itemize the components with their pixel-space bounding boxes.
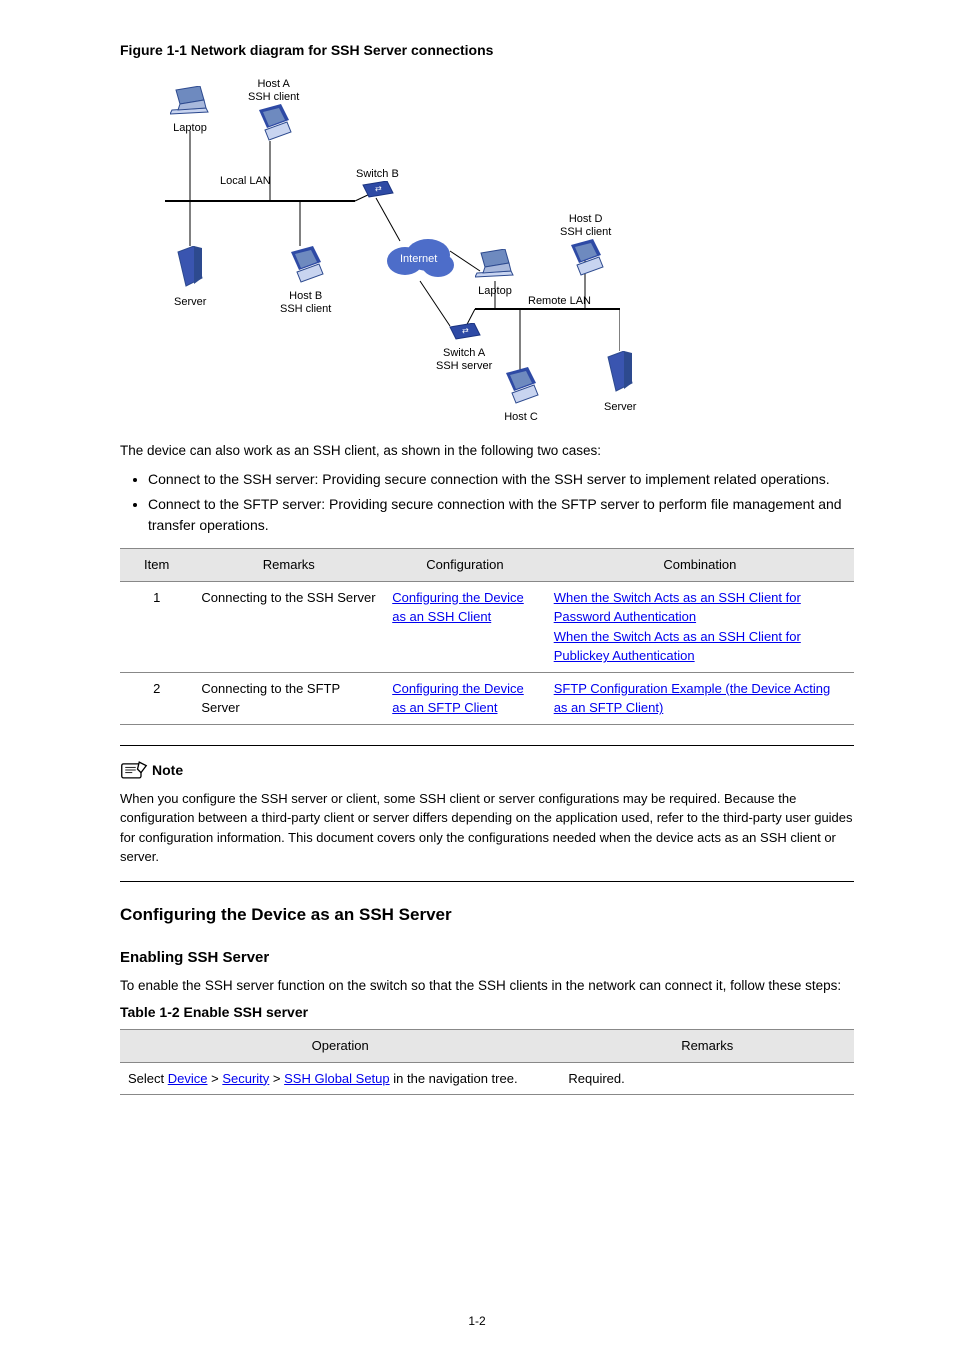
- note-body: When you configure the SSH server or cli…: [120, 789, 854, 867]
- label-laptop1: Laptop: [170, 122, 210, 135]
- desktop-icon: [502, 367, 540, 405]
- cell-combo: SFTP Configuration Example (the Device A…: [546, 672, 854, 724]
- op-prefix: Select: [128, 1071, 168, 1086]
- network-diagram: Laptop Host A SSH client Local LAN Serve…: [140, 71, 620, 421]
- combo-link[interactable]: SFTP Configuration Example (the Device A…: [554, 681, 831, 716]
- cell-idx: 1: [120, 581, 193, 672]
- config-table-2: Operation Remarks Select Device > Securi…: [120, 1029, 854, 1095]
- label-local-lan: Local LAN: [220, 175, 271, 188]
- th-config: Configuration: [384, 549, 545, 582]
- cell-remarks: Connecting to the SSH Server: [193, 581, 384, 672]
- divider: [120, 881, 854, 882]
- config-table-1: Item Remarks Configuration Combination 1…: [120, 548, 854, 725]
- bullet-list: Connect to the SSH server: Providing sec…: [120, 469, 854, 536]
- desktop-icon: [567, 239, 605, 277]
- config-link[interactable]: Configuring the Device as an SSH Client: [392, 590, 524, 625]
- op-suffix: in the navigation tree.: [393, 1071, 517, 1086]
- cell-operation: Select Device > Security > SSH Global Se…: [120, 1062, 560, 1095]
- switch-icon: ⇄: [446, 323, 482, 341]
- label-internet: Internet: [400, 253, 437, 266]
- label-laptop2: Laptop: [475, 285, 515, 298]
- cell-remarks: Required.: [560, 1062, 854, 1095]
- divider: [120, 745, 854, 746]
- section-subheading: Enabling SSH Server: [120, 947, 854, 970]
- note-icon: [120, 760, 148, 780]
- desktop-icon: [287, 246, 325, 284]
- intro-text: The device can also work as an SSH clien…: [120, 441, 854, 461]
- label-switch-a: Switch A SSH server: [436, 347, 492, 373]
- cell-config: Configuring the Device as an SSH Client: [384, 581, 545, 672]
- cell-combo: When the Switch Acts as an SSH Client fo…: [546, 581, 854, 672]
- cell-idx: 2: [120, 672, 193, 724]
- th-remarks: Remarks: [560, 1030, 854, 1063]
- laptop-icon: [170, 86, 210, 116]
- cell-remarks: Connecting to the SFTP Server: [193, 672, 384, 724]
- note-heading: Note: [152, 760, 183, 781]
- combo-link[interactable]: When the Switch Acts as an SSH Client fo…: [554, 629, 801, 664]
- label-host-d: Host D SSH client: [560, 213, 611, 239]
- combo-link[interactable]: When the Switch Acts as an SSH Client fo…: [554, 590, 801, 625]
- server-icon: [604, 351, 636, 395]
- th-combo: Combination: [546, 549, 854, 582]
- op-link[interactable]: Device: [168, 1071, 208, 1086]
- bullet-item: Connect to the SFTP server: Providing se…: [148, 494, 854, 536]
- op-link[interactable]: SSH Global Setup: [284, 1071, 390, 1086]
- table-caption: Table 1-2 Enable SSH server: [120, 1002, 854, 1023]
- switch-icon: ⇄: [359, 181, 395, 199]
- bullet-item: Connect to the SSH server: Providing sec…: [148, 469, 854, 490]
- label-server2: Server: [604, 401, 636, 414]
- page-number: 1-2: [0, 1312, 954, 1330]
- desktop-icon: [255, 104, 293, 142]
- th-remarks: Remarks: [193, 549, 384, 582]
- table-row: Select Device > Security > SSH Global Se…: [120, 1062, 854, 1095]
- cell-config: Configuring the Device as an SFTP Client: [384, 672, 545, 724]
- label-host-b: Host B SSH client: [280, 290, 331, 316]
- th-item: Item: [120, 549, 193, 582]
- label-remote-lan: Remote LAN: [528, 295, 591, 308]
- svg-text:⇄: ⇄: [375, 184, 382, 193]
- label-host-c: Host C: [502, 411, 540, 424]
- label-switch-b: Switch B: [356, 168, 399, 181]
- figure-caption: Figure 1-1 Network diagram for SSH Serve…: [120, 40, 854, 61]
- table-row: 2 Connecting to the SFTP Server Configur…: [120, 672, 854, 724]
- note-block: Note When you configure the SSH server o…: [120, 760, 854, 867]
- label-server1: Server: [174, 296, 206, 309]
- laptop-icon: [475, 249, 515, 279]
- server-icon: [174, 246, 206, 290]
- config-link[interactable]: Configuring the Device as an SFTP Client: [392, 681, 524, 716]
- svg-text:⇄: ⇄: [462, 326, 469, 335]
- label-host-a: Host A SSH client: [248, 78, 299, 104]
- section-heading: Configuring the Device as an SSH Server: [120, 902, 854, 928]
- op-link[interactable]: Security: [222, 1071, 269, 1086]
- table-row: 1 Connecting to the SSH Server Configuri…: [120, 581, 854, 672]
- th-operation: Operation: [120, 1030, 560, 1063]
- section-paragraph: To enable the SSH server function on the…: [120, 976, 854, 996]
